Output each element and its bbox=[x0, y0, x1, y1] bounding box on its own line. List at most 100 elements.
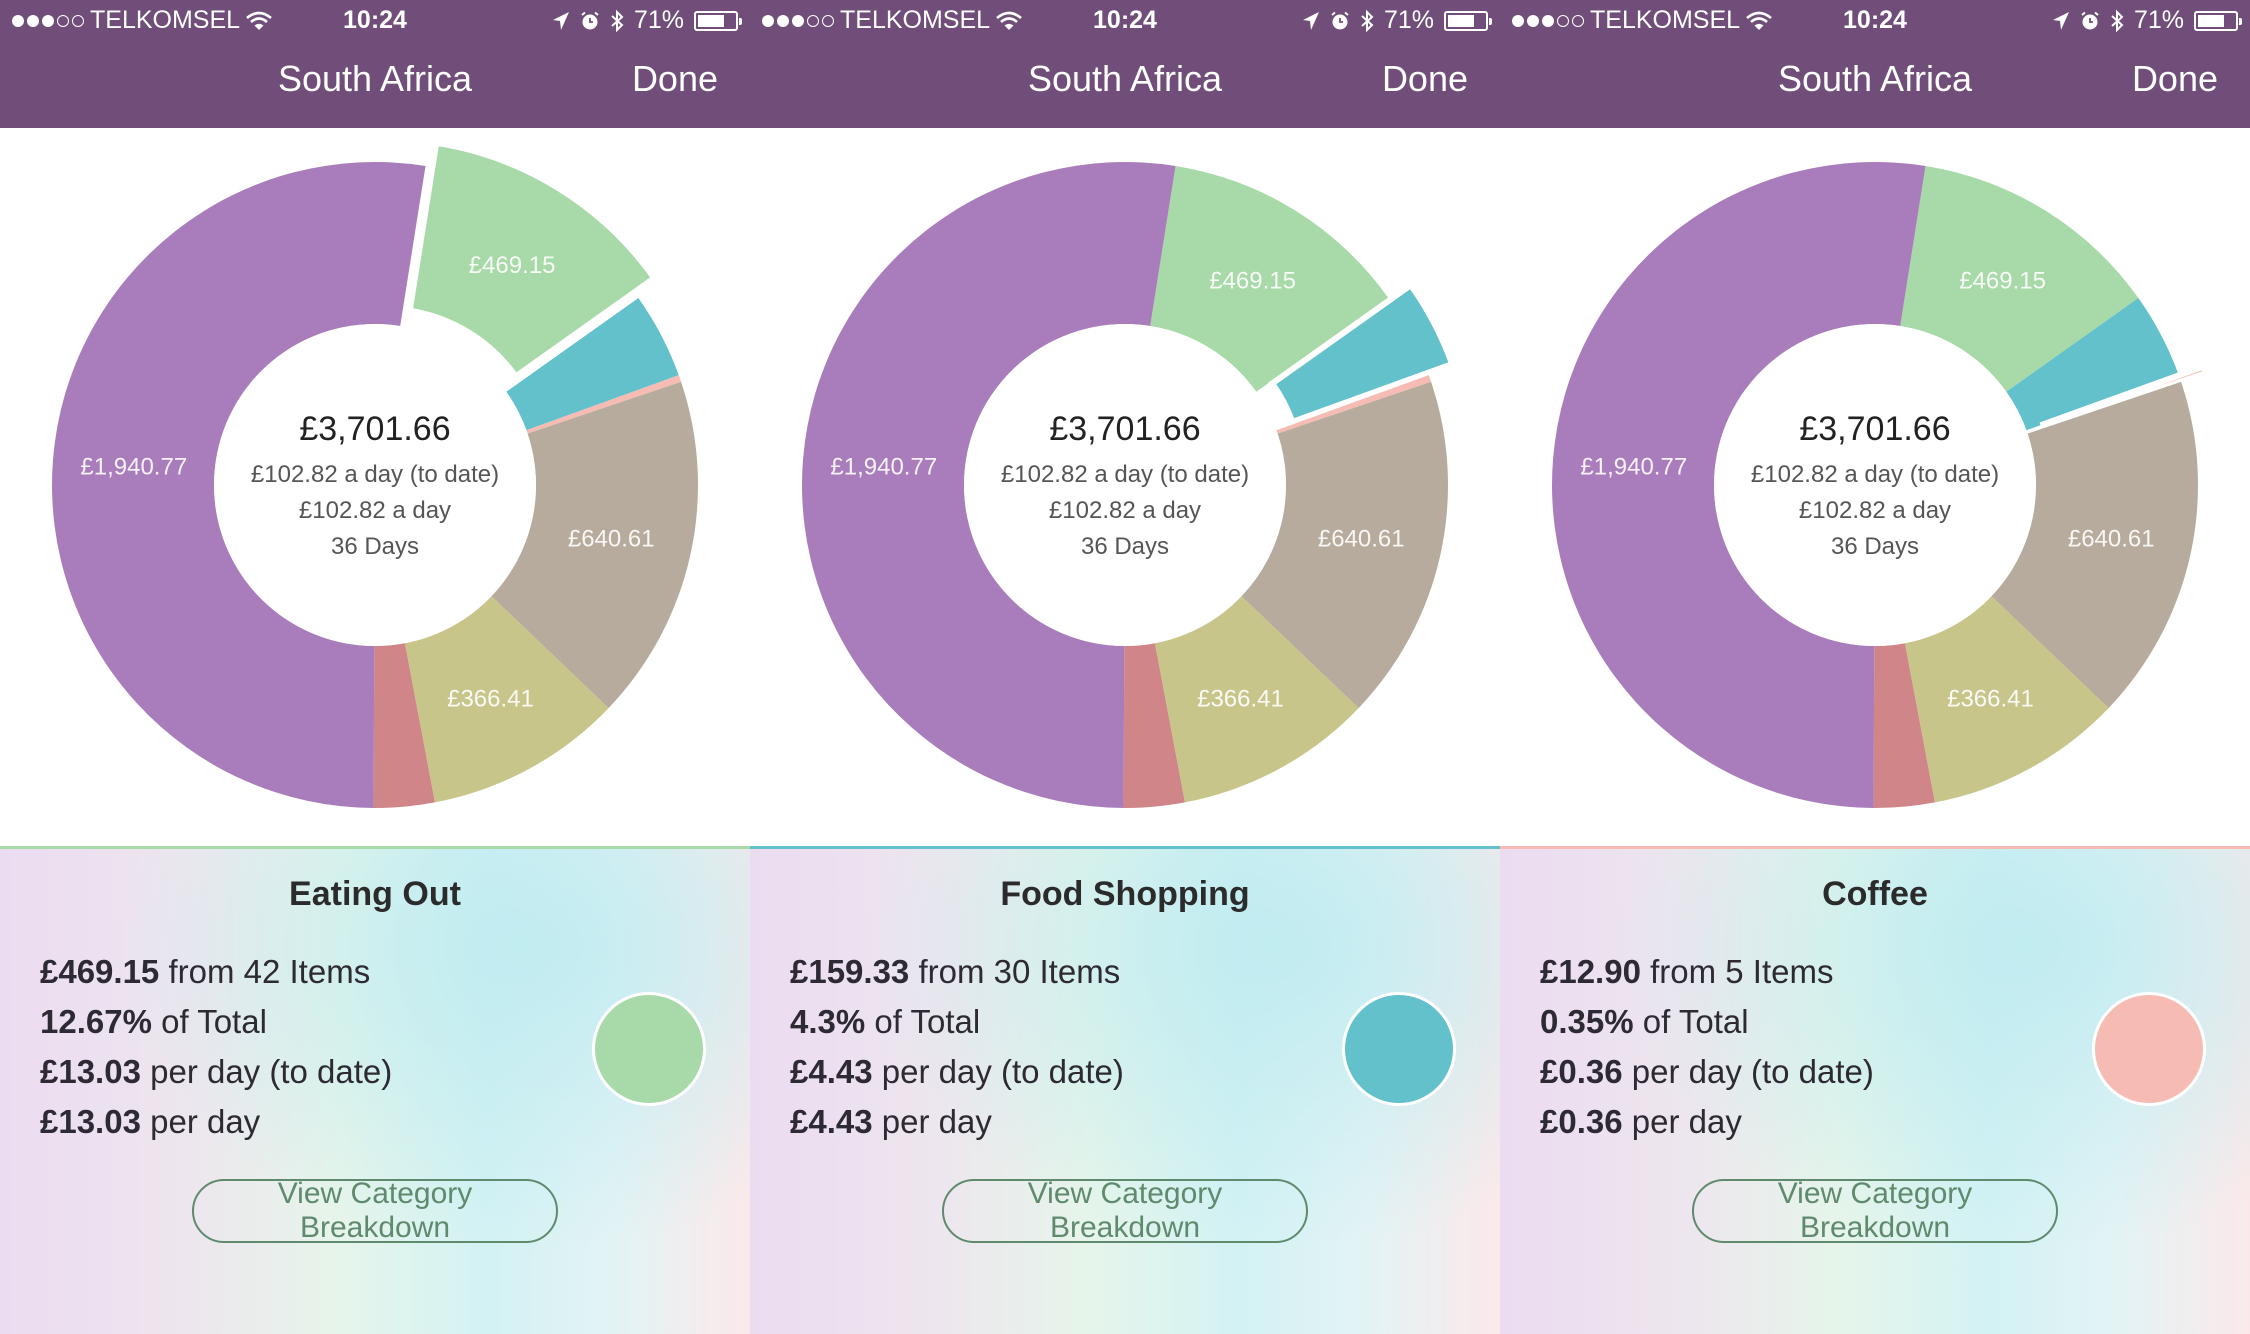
slice-label: £366.41 bbox=[1947, 686, 2034, 713]
screens: TELKOMSEL 10:24 71% South Africa Done £4… bbox=[0, 0, 2250, 1334]
center-daily: £102.82 a day bbox=[299, 497, 451, 524]
stat-per-day: £0.36 per day bbox=[1540, 1097, 1874, 1147]
stat-amount: £12.90 from 5 Items bbox=[1540, 947, 1874, 997]
stat-per-day-to-date-value: £4.43 bbox=[790, 1053, 873, 1090]
stat-amount: £159.33 from 30 Items bbox=[790, 947, 1124, 997]
center-days: 36 Days bbox=[1081, 533, 1169, 560]
slice-label: £640.61 bbox=[1318, 525, 1405, 552]
stat-per-day-to-date-suffix: per day (to date) bbox=[1631, 1053, 1874, 1090]
stat-amount-suffix: from 5 Items bbox=[1650, 953, 1834, 990]
app-screen-1: TELKOMSEL 10:24 71% South Africa Done £4… bbox=[0, 0, 750, 1334]
stat-per-day: £13.03 per day bbox=[40, 1097, 392, 1147]
slice-label: £1,940.77 bbox=[1580, 453, 1687, 480]
stat-percent-value: 4.3% bbox=[790, 1003, 866, 1040]
stat-per-day-suffix: per day bbox=[150, 1103, 261, 1140]
slice-label: £1,940.77 bbox=[80, 453, 187, 480]
battery-percent: 71% bbox=[2133, 6, 2184, 34]
category-card: Eating Out £469.15 from 42 Items 12.67% … bbox=[0, 846, 750, 1334]
stat-per-day-to-date-value: £13.03 bbox=[40, 1053, 141, 1090]
stat-amount-suffix: from 42 Items bbox=[168, 953, 371, 990]
stat-percent: 12.67% of Total bbox=[40, 997, 392, 1047]
category-card: Food Shopping £159.33 from 30 Items 4.3%… bbox=[750, 846, 1500, 1334]
stat-amount-value: £12.90 bbox=[1540, 953, 1641, 990]
status-right: 71% bbox=[2052, 6, 2242, 35]
stat-per-day-to-date-suffix: per day (to date) bbox=[150, 1053, 393, 1090]
location-arrow-icon bbox=[552, 11, 569, 30]
stat-per-day: £4.43 per day bbox=[790, 1097, 1124, 1147]
stat-per-day-value: £13.03 bbox=[40, 1103, 141, 1140]
slice-label: £366.41 bbox=[1197, 686, 1284, 713]
center-daily: £102.82 a day bbox=[1799, 497, 1951, 524]
slice-label: £469.15 bbox=[1959, 267, 2046, 294]
bluetooth-icon bbox=[2111, 9, 2124, 32]
status-bar: TELKOMSEL 10:24 71% bbox=[1500, 0, 2250, 40]
stat-per-day-to-date: £13.03 per day (to date) bbox=[40, 1047, 392, 1097]
view-category-breakdown-button[interactable]: View Category Breakdown bbox=[1692, 1177, 2058, 1244]
bluetooth-icon bbox=[1361, 9, 1374, 32]
donut-chart: £469.15 £640.61 £366.41 £1,940.77 £3,701.66 £… bbox=[750, 128, 1500, 846]
category-stats: £12.90 from 5 Items 0.35% of Total £0.36… bbox=[1540, 947, 1874, 1147]
done-button[interactable]: Done bbox=[2132, 58, 2218, 100]
center-total: £3,701.66 bbox=[1049, 410, 1200, 448]
category-stats: £469.15 from 42 Items 12.67% of Total £1… bbox=[40, 947, 392, 1147]
stat-per-day-to-date-value: £0.36 bbox=[1540, 1053, 1623, 1090]
battery-fill bbox=[2198, 14, 2224, 27]
donut-chart: £469.15 £640.61 £366.41 £1,940.77 £3,701.66 £… bbox=[0, 128, 750, 846]
view-category-breakdown-button[interactable]: View Category Breakdown bbox=[942, 1177, 1308, 1244]
donut-chart-svg: £469.15 £640.61 £366.41 £1,940.77 £3,701.66 £… bbox=[802, 162, 1457, 809]
stat-per-day-to-date: £4.43 per day (to date) bbox=[790, 1047, 1124, 1097]
category-color-swatch bbox=[1342, 992, 1456, 1106]
stat-per-day-value: £4.43 bbox=[790, 1103, 873, 1140]
center-daily-to-date: £102.82 a day (to date) bbox=[1001, 461, 1249, 488]
center-daily-to-date: £102.82 a day (to date) bbox=[251, 461, 499, 488]
stat-per-day-to-date: £0.36 per day (to date) bbox=[1540, 1047, 1874, 1097]
alarm-clock-icon bbox=[1331, 11, 1349, 29]
stat-amount-value: £469.15 bbox=[40, 953, 160, 990]
center-daily: £102.82 a day bbox=[1049, 497, 1201, 524]
slice-label: £1,940.77 bbox=[830, 453, 937, 480]
slice-label: £469.15 bbox=[469, 252, 556, 279]
status-right: 71% bbox=[552, 6, 742, 35]
donut-chart-svg: £469.15 £640.61 £366.41 £1,940.77 £3,701.66 £… bbox=[1552, 162, 2210, 809]
category-title: Food Shopping bbox=[1000, 875, 1250, 913]
app-screen-3: TELKOMSEL 10:24 71% South Africa Done £4… bbox=[1500, 0, 2250, 1334]
battery-percent: 71% bbox=[1383, 6, 1434, 34]
view-category-breakdown-button[interactable]: View Category Breakdown bbox=[192, 1177, 558, 1244]
slice-label: £640.61 bbox=[568, 525, 655, 552]
status-bar: TELKOMSEL 10:24 71% bbox=[0, 0, 750, 40]
app-screen-2: TELKOMSEL 10:24 71% South Africa Done £4… bbox=[750, 0, 1500, 1334]
stat-percent-value: 12.67% bbox=[40, 1003, 152, 1040]
battery-percent: 71% bbox=[633, 6, 684, 34]
center-total: £3,701.66 bbox=[299, 410, 450, 448]
stat-per-day-suffix: per day bbox=[881, 1103, 992, 1140]
category-stats: £159.33 from 30 Items 4.3% of Total £4.4… bbox=[790, 947, 1124, 1147]
stat-amount: £469.15 from 42 Items bbox=[40, 947, 392, 997]
alarm-clock-icon bbox=[2081, 11, 2099, 29]
done-button[interactable]: Done bbox=[1382, 58, 1468, 100]
donut-chart-svg: £469.15 £640.61 £366.41 £1,940.77 £3,701.66 £… bbox=[52, 139, 699, 809]
stat-percent: 0.35% of Total bbox=[1540, 997, 1874, 1047]
center-daily-to-date: £102.82 a day (to date) bbox=[1751, 461, 1999, 488]
stat-percent-value: 0.35% bbox=[1540, 1003, 1634, 1040]
category-card: Coffee £12.90 from 5 Items 0.35% of Tota… bbox=[1500, 846, 2250, 1334]
stat-per-day-to-date-suffix: per day (to date) bbox=[881, 1053, 1124, 1090]
donut-chart: £469.15 £640.61 £366.41 £1,940.77 £3,701.66 £… bbox=[1500, 128, 2250, 846]
status-right: 71% bbox=[1302, 6, 1492, 35]
center-total: £3,701.66 bbox=[1799, 410, 1950, 448]
top-bar: TELKOMSEL 10:24 71% South Africa Done bbox=[1500, 0, 2250, 128]
bluetooth-icon bbox=[611, 9, 624, 32]
battery-icon bbox=[694, 10, 742, 31]
status-bar: TELKOMSEL 10:24 71% bbox=[750, 0, 1500, 40]
stat-per-day-suffix: per day bbox=[1631, 1103, 1742, 1140]
slice-label: £469.15 bbox=[1209, 267, 1296, 294]
battery-icon bbox=[2194, 10, 2242, 31]
done-button[interactable]: Done bbox=[632, 58, 718, 100]
location-arrow-icon bbox=[2052, 11, 2069, 30]
top-bar: TELKOMSEL 10:24 71% South Africa Done bbox=[0, 0, 750, 128]
stat-percent: 4.3% of Total bbox=[790, 997, 1124, 1047]
stat-percent-suffix: of Total bbox=[1642, 1003, 1749, 1040]
battery-fill bbox=[698, 14, 724, 27]
stat-percent-suffix: of Total bbox=[874, 1003, 981, 1040]
stat-per-day-value: £0.36 bbox=[1540, 1103, 1623, 1140]
category-title: Eating Out bbox=[289, 875, 461, 913]
